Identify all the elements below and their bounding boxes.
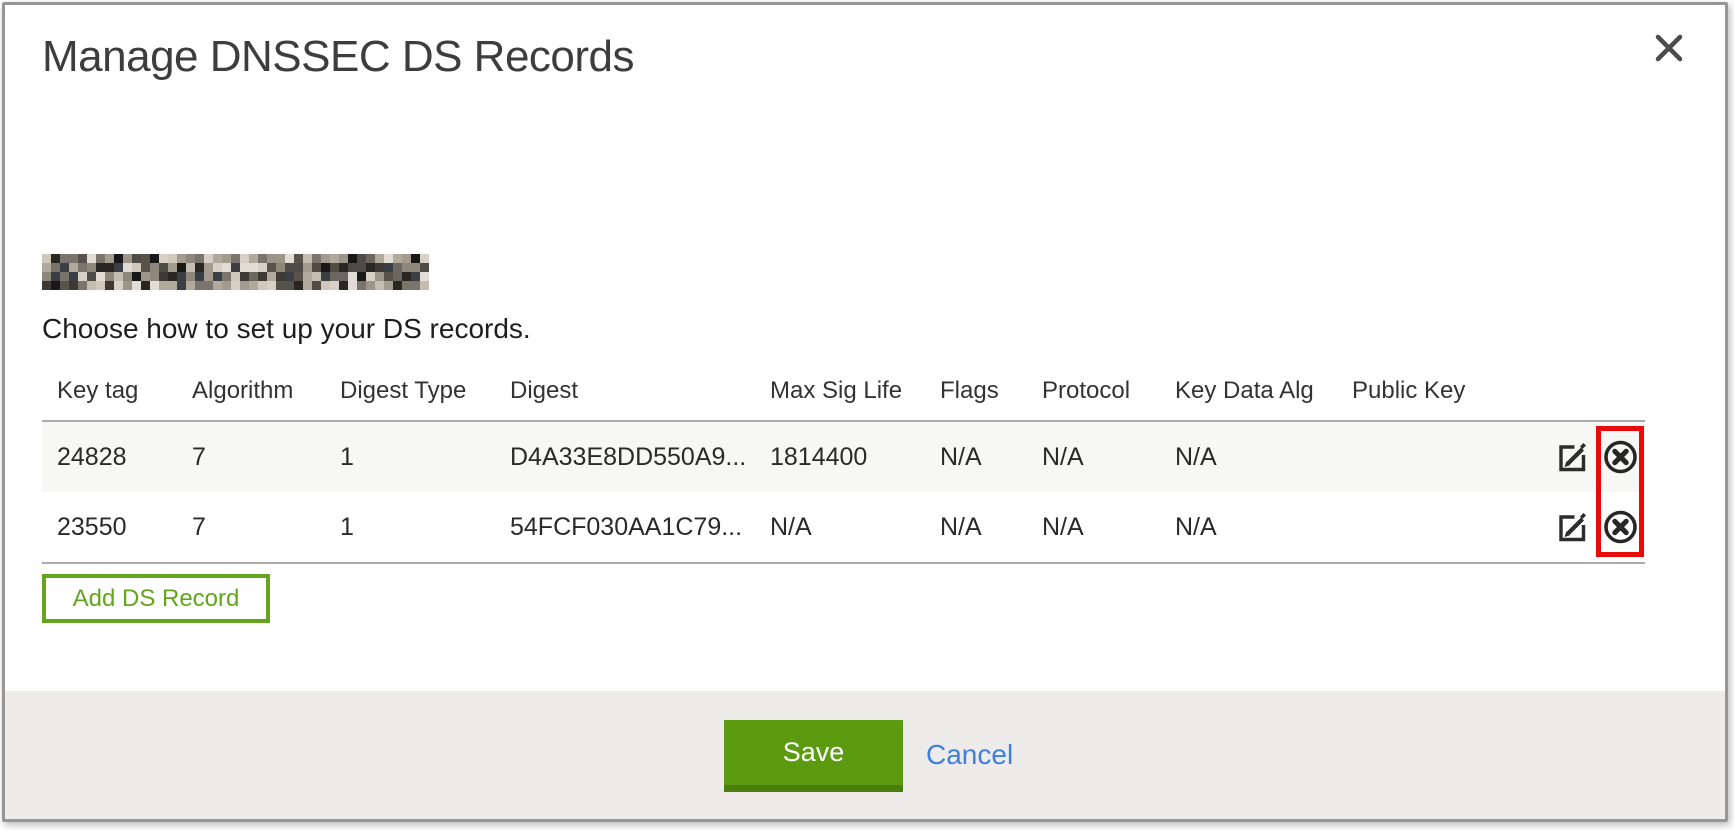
row-actions: [1547, 422, 1645, 492]
cell-key-tag: 24828: [57, 443, 192, 472]
cell-protocol: N/A: [1042, 443, 1175, 472]
dialog-footer: Save Cancel: [5, 691, 1725, 819]
cell-digest: 54FCF030AA1C79...: [510, 513, 770, 542]
cell-algorithm: 7: [192, 513, 340, 542]
column-header-max-sig-life: Max Sig Life: [770, 377, 940, 405]
redacted-domain-name: [42, 254, 429, 290]
column-header-key-tag: Key tag: [57, 377, 192, 405]
column-header-digest-type: Digest Type: [340, 377, 510, 405]
column-header-public-key: Public Key: [1352, 377, 1547, 405]
cell-key-data-alg: N/A: [1175, 443, 1352, 472]
close-icon: [1654, 33, 1684, 66]
table-row: 235507154FCF030AA1C79...N/AN/AN/AN/A: [42, 492, 1645, 562]
delete-icon[interactable]: [1602, 438, 1639, 476]
cell-max-sig-life: N/A: [770, 513, 940, 542]
cell-digest-type: 1: [340, 443, 510, 472]
close-button[interactable]: [1647, 27, 1691, 71]
column-header-key-data-alg: Key Data Alg: [1175, 377, 1352, 405]
table-header-row: Key tagAlgorithmDigest TypeDigestMax Sig…: [42, 362, 1645, 420]
column-header-flags: Flags: [940, 377, 1042, 405]
column-header-algorithm: Algorithm: [192, 377, 340, 405]
row-actions: [1547, 492, 1645, 562]
column-header-protocol: Protocol: [1042, 377, 1175, 405]
edit-icon[interactable]: [1555, 510, 1590, 544]
edit-icon[interactable]: [1555, 440, 1590, 474]
table-body: 2482871D4A33E8DD550A9...1814400N/AN/AN/A…: [42, 420, 1645, 564]
cell-flags: N/A: [940, 443, 1042, 472]
page-title: Manage DNSSEC DS Records: [42, 33, 634, 81]
table-row: 2482871D4A33E8DD550A9...1814400N/AN/AN/A: [42, 422, 1645, 492]
subtitle: Choose how to set up your DS records.: [42, 313, 531, 345]
add-ds-record-button[interactable]: Add DS Record: [42, 574, 270, 623]
ds-records-table: Key tagAlgorithmDigest TypeDigestMax Sig…: [42, 362, 1645, 564]
cell-protocol: N/A: [1042, 513, 1175, 542]
cell-key-tag: 23550: [57, 513, 192, 542]
cancel-link[interactable]: Cancel: [926, 720, 1013, 792]
save-button[interactable]: Save: [724, 720, 903, 792]
cell-algorithm: 7: [192, 443, 340, 472]
cell-digest-type: 1: [340, 513, 510, 542]
manage-dnssec-dialog: Manage DNSSEC DS Records Choose how to s…: [2, 2, 1728, 822]
cell-key-data-alg: N/A: [1175, 513, 1352, 542]
column-header-digest: Digest: [510, 377, 770, 405]
cell-max-sig-life: 1814400: [770, 443, 940, 472]
delete-icon[interactable]: [1602, 508, 1639, 546]
cell-flags: N/A: [940, 513, 1042, 542]
cell-digest: D4A33E8DD550A9...: [510, 443, 770, 472]
